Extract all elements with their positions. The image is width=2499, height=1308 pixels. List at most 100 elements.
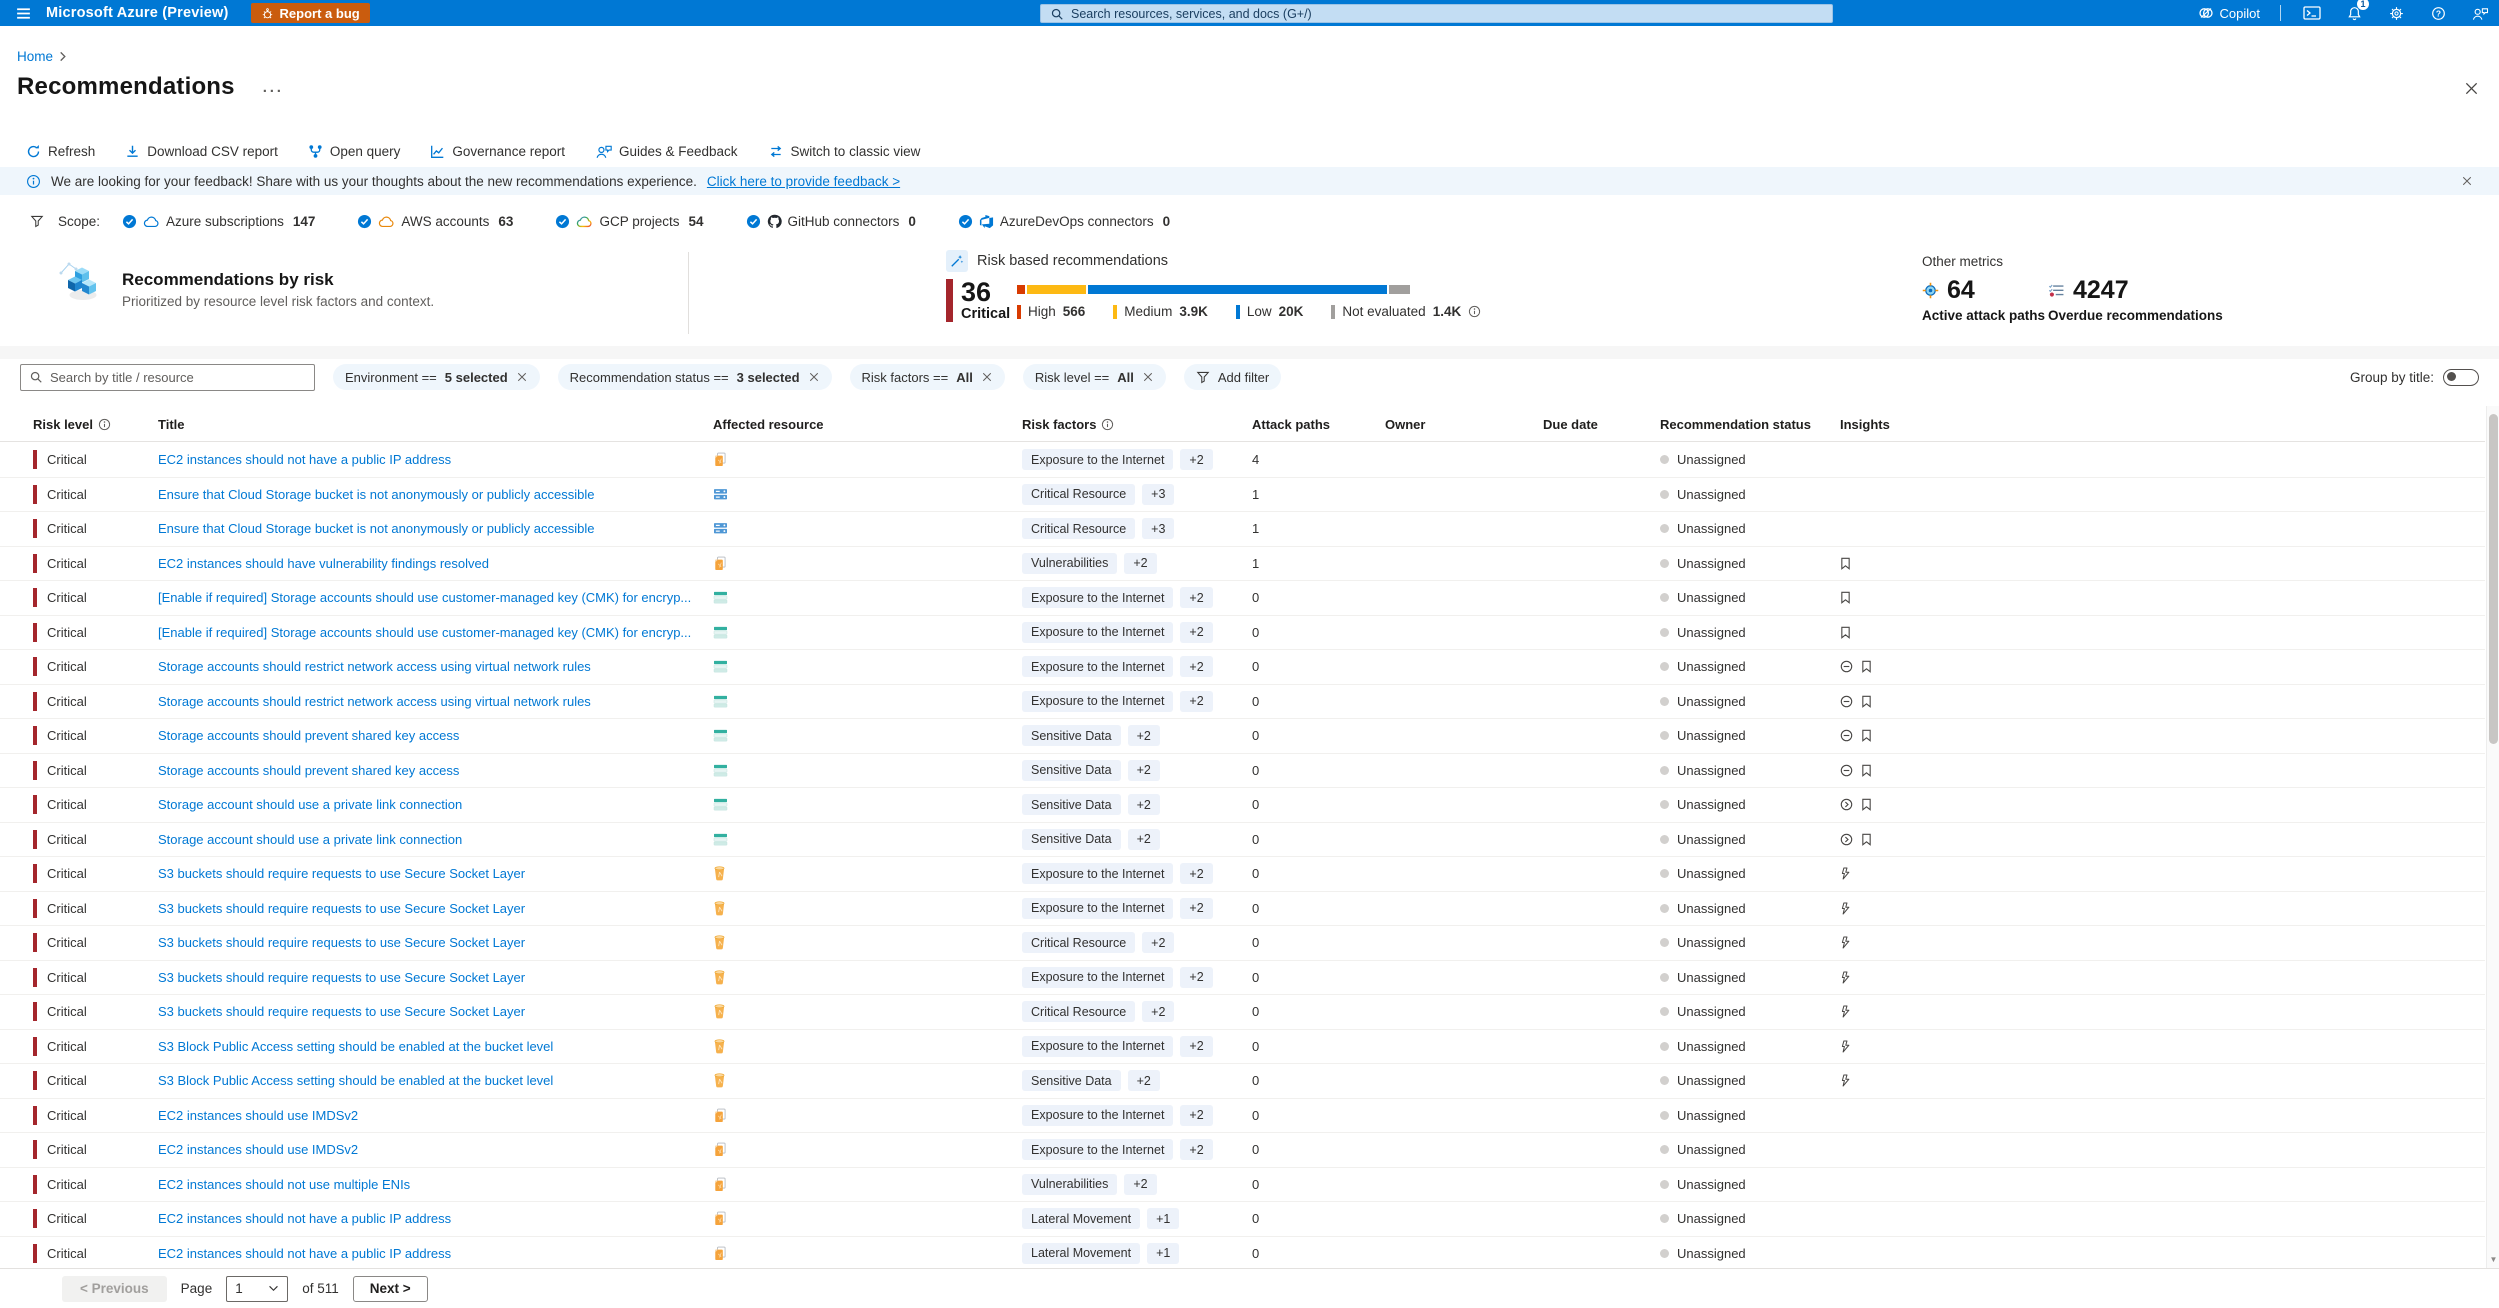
risk-factor-more-chip[interactable]: +2 bbox=[1128, 794, 1160, 815]
connector-azuredevops-connectors[interactable]: AzureDevOps connectors0 bbox=[958, 214, 1170, 229]
download-csv-report-button[interactable]: Download CSV report bbox=[125, 144, 278, 159]
column-header-risk-level[interactable]: Risk level bbox=[33, 417, 111, 432]
settings-button[interactable] bbox=[2385, 2, 2407, 24]
risk-factor-more-chip[interactable]: +1 bbox=[1147, 1208, 1179, 1229]
column-header-title[interactable]: Title bbox=[158, 417, 185, 432]
recommendation-link[interactable]: Storage account should use a private lin… bbox=[158, 797, 462, 812]
column-header-insights[interactable]: Insights bbox=[1840, 417, 1890, 432]
scrollbar-down-arrow[interactable]: ▼ bbox=[2489, 1255, 2498, 1264]
notifications-button[interactable]: 1 bbox=[2343, 2, 2365, 24]
column-header-attack-paths[interactable]: Attack paths bbox=[1252, 417, 1330, 432]
recommendation-link[interactable]: S3 buckets should require requests to us… bbox=[158, 901, 525, 916]
table-row[interactable]: Critical[Enable if required] Storage acc… bbox=[0, 616, 2485, 651]
risk-factor-more-chip[interactable]: +2 bbox=[1180, 691, 1212, 712]
table-row[interactable]: CriticalS3 buckets should require reques… bbox=[0, 961, 2485, 996]
previous-page-button[interactable]: < Previous bbox=[62, 1276, 167, 1302]
report-bug-button[interactable]: Report a bug bbox=[251, 3, 370, 23]
recommendation-link[interactable]: EC2 instances should have vulnerability … bbox=[158, 556, 489, 571]
recommendation-link[interactable]: Storage accounts should prevent shared k… bbox=[158, 763, 459, 778]
open-query-button[interactable]: Open query bbox=[308, 144, 401, 159]
table-row[interactable]: CriticalS3 buckets should require reques… bbox=[0, 995, 2485, 1030]
risk-factor-more-chip[interactable]: +2 bbox=[1180, 622, 1212, 643]
table-row[interactable]: CriticalStorage account should use a pri… bbox=[0, 823, 2485, 858]
filter-pill-risk-level[interactable]: Risk level == All bbox=[1023, 364, 1166, 390]
governance-report-button[interactable]: Governance report bbox=[430, 144, 565, 159]
risk-factor-more-chip[interactable]: +2 bbox=[1128, 725, 1160, 746]
global-search-input[interactable]: Search resources, services, and docs (G+… bbox=[1040, 4, 1833, 23]
risk-factor-more-chip[interactable]: +3 bbox=[1142, 484, 1174, 505]
table-row[interactable]: Critical[Enable if required] Storage acc… bbox=[0, 581, 2485, 616]
scrollbar-thumb[interactable] bbox=[2489, 414, 2498, 744]
recommendation-link[interactable]: Storage accounts should prevent shared k… bbox=[158, 728, 459, 743]
recommendation-link[interactable]: Ensure that Cloud Storage bucket is not … bbox=[158, 521, 594, 536]
risk-factor-more-chip[interactable]: +2 bbox=[1128, 1070, 1160, 1091]
table-row[interactable]: CriticalS3 buckets should require reques… bbox=[0, 926, 2485, 961]
filter-pill-recommendation-status[interactable]: Recommendation status == 3 selected bbox=[558, 364, 832, 390]
risk-factor-more-chip[interactable]: +2 bbox=[1124, 553, 1156, 574]
page-number-select[interactable]: 1 bbox=[226, 1276, 288, 1302]
close-icon[interactable] bbox=[981, 371, 993, 383]
recommendation-link[interactable]: S3 buckets should require requests to us… bbox=[158, 866, 525, 881]
filter-pill-environment[interactable]: Environment == 5 selected bbox=[333, 364, 540, 390]
table-row[interactable]: CriticalEC2 instances should have vulner… bbox=[0, 547, 2485, 582]
feedback-button[interactable] bbox=[2469, 2, 2491, 24]
guides-feedback-button[interactable]: Guides & Feedback bbox=[595, 144, 738, 159]
column-header-owner[interactable]: Owner bbox=[1385, 417, 1425, 432]
recommendation-link[interactable]: S3 Block Public Access setting should be… bbox=[158, 1039, 553, 1054]
risk-factor-more-chip[interactable]: +2 bbox=[1180, 656, 1212, 677]
close-icon[interactable] bbox=[1142, 371, 1154, 383]
filter-pill-risk-factors[interactable]: Risk factors == All bbox=[850, 364, 1005, 390]
close-blade-icon[interactable] bbox=[2464, 81, 2479, 96]
table-row[interactable]: CriticalStorage accounts should prevent … bbox=[0, 754, 2485, 789]
table-row[interactable]: CriticalStorage accounts should restrict… bbox=[0, 685, 2485, 720]
table-row[interactable]: CriticalS3 buckets should require reques… bbox=[0, 892, 2485, 927]
copilot-button[interactable]: Copilot bbox=[2198, 5, 2260, 21]
table-row[interactable]: CriticalStorage accounts should prevent … bbox=[0, 719, 2485, 754]
connector-github-connectors[interactable]: GitHub connectors0 bbox=[746, 214, 916, 229]
recommendation-link[interactable]: EC2 instances should use IMDSv2 bbox=[158, 1108, 358, 1123]
table-row[interactable]: CriticalEC2 instances should use IMDSv2E… bbox=[0, 1099, 2485, 1134]
risk-factor-more-chip[interactable]: +2 bbox=[1180, 1036, 1212, 1057]
recommendation-link[interactable]: S3 buckets should require requests to us… bbox=[158, 1004, 525, 1019]
table-row[interactable]: CriticalEC2 instances should use IMDSv2E… bbox=[0, 1133, 2485, 1168]
connector-gcp-projects[interactable]: GCP projects54 bbox=[555, 214, 703, 229]
table-row[interactable]: CriticalS3 Block Public Access setting s… bbox=[0, 1030, 2485, 1065]
recommendation-link[interactable]: Storage accounts should restrict network… bbox=[158, 694, 591, 709]
recommendation-link[interactable]: EC2 instances should not use multiple EN… bbox=[158, 1177, 410, 1192]
risk-factor-more-chip[interactable]: +2 bbox=[1180, 898, 1212, 919]
risk-factor-more-chip[interactable]: +1 bbox=[1147, 1243, 1179, 1264]
recommendation-link[interactable]: EC2 instances should not have a public I… bbox=[158, 1246, 451, 1261]
table-row[interactable]: CriticalEC2 instances should not have a … bbox=[0, 1237, 2485, 1269]
column-header-affected-resource[interactable]: Affected resource bbox=[713, 417, 824, 432]
next-page-button[interactable]: Next > bbox=[353, 1276, 428, 1302]
more-options-icon[interactable]: ··· bbox=[263, 83, 284, 100]
cloud-shell-button[interactable] bbox=[2301, 2, 2323, 24]
banner-feedback-link[interactable]: Click here to provide feedback > bbox=[707, 174, 900, 189]
recommendation-link[interactable]: Storage accounts should restrict network… bbox=[158, 659, 591, 674]
switch-to-classic-view-button[interactable]: Switch to classic view bbox=[768, 144, 921, 159]
risk-factor-more-chip[interactable]: +2 bbox=[1180, 967, 1212, 988]
column-header-risk-factors[interactable]: Risk factors bbox=[1022, 417, 1114, 432]
risk-factor-more-chip[interactable]: +3 bbox=[1142, 518, 1174, 539]
recommendation-link[interactable]: [Enable if required] Storage accounts sh… bbox=[158, 625, 691, 640]
risk-factor-more-chip[interactable]: +2 bbox=[1180, 1139, 1212, 1160]
refresh-button[interactable]: Refresh bbox=[26, 144, 95, 159]
table-row[interactable]: CriticalStorage account should use a pri… bbox=[0, 788, 2485, 823]
recommendation-link[interactable]: S3 Block Public Access setting should be… bbox=[158, 1073, 553, 1088]
help-button[interactable]: ? bbox=[2427, 2, 2449, 24]
table-search-field[interactable] bbox=[20, 364, 315, 391]
risk-factor-more-chip[interactable]: +2 bbox=[1128, 829, 1160, 850]
column-header-due-date[interactable]: Due date bbox=[1543, 417, 1598, 432]
risk-factor-more-chip[interactable]: +2 bbox=[1180, 587, 1212, 608]
breadcrumb-home-link[interactable]: Home bbox=[17, 49, 53, 64]
risk-factor-more-chip[interactable]: +2 bbox=[1180, 449, 1212, 470]
risk-factor-more-chip[interactable]: +2 bbox=[1142, 932, 1174, 953]
risk-factor-more-chip[interactable]: +2 bbox=[1142, 1001, 1174, 1022]
recommendation-link[interactable]: EC2 instances should not have a public I… bbox=[158, 452, 451, 467]
table-row[interactable]: CriticalEnsure that Cloud Storage bucket… bbox=[0, 512, 2485, 547]
table-row[interactable]: CriticalS3 buckets should require reques… bbox=[0, 857, 2485, 892]
connector-aws-accounts[interactable]: AWS accounts63 bbox=[357, 214, 513, 229]
recommendation-link[interactable]: Ensure that Cloud Storage bucket is not … bbox=[158, 487, 594, 502]
portal-menu-icon[interactable] bbox=[0, 5, 46, 22]
table-row[interactable]: CriticalStorage accounts should restrict… bbox=[0, 650, 2485, 685]
